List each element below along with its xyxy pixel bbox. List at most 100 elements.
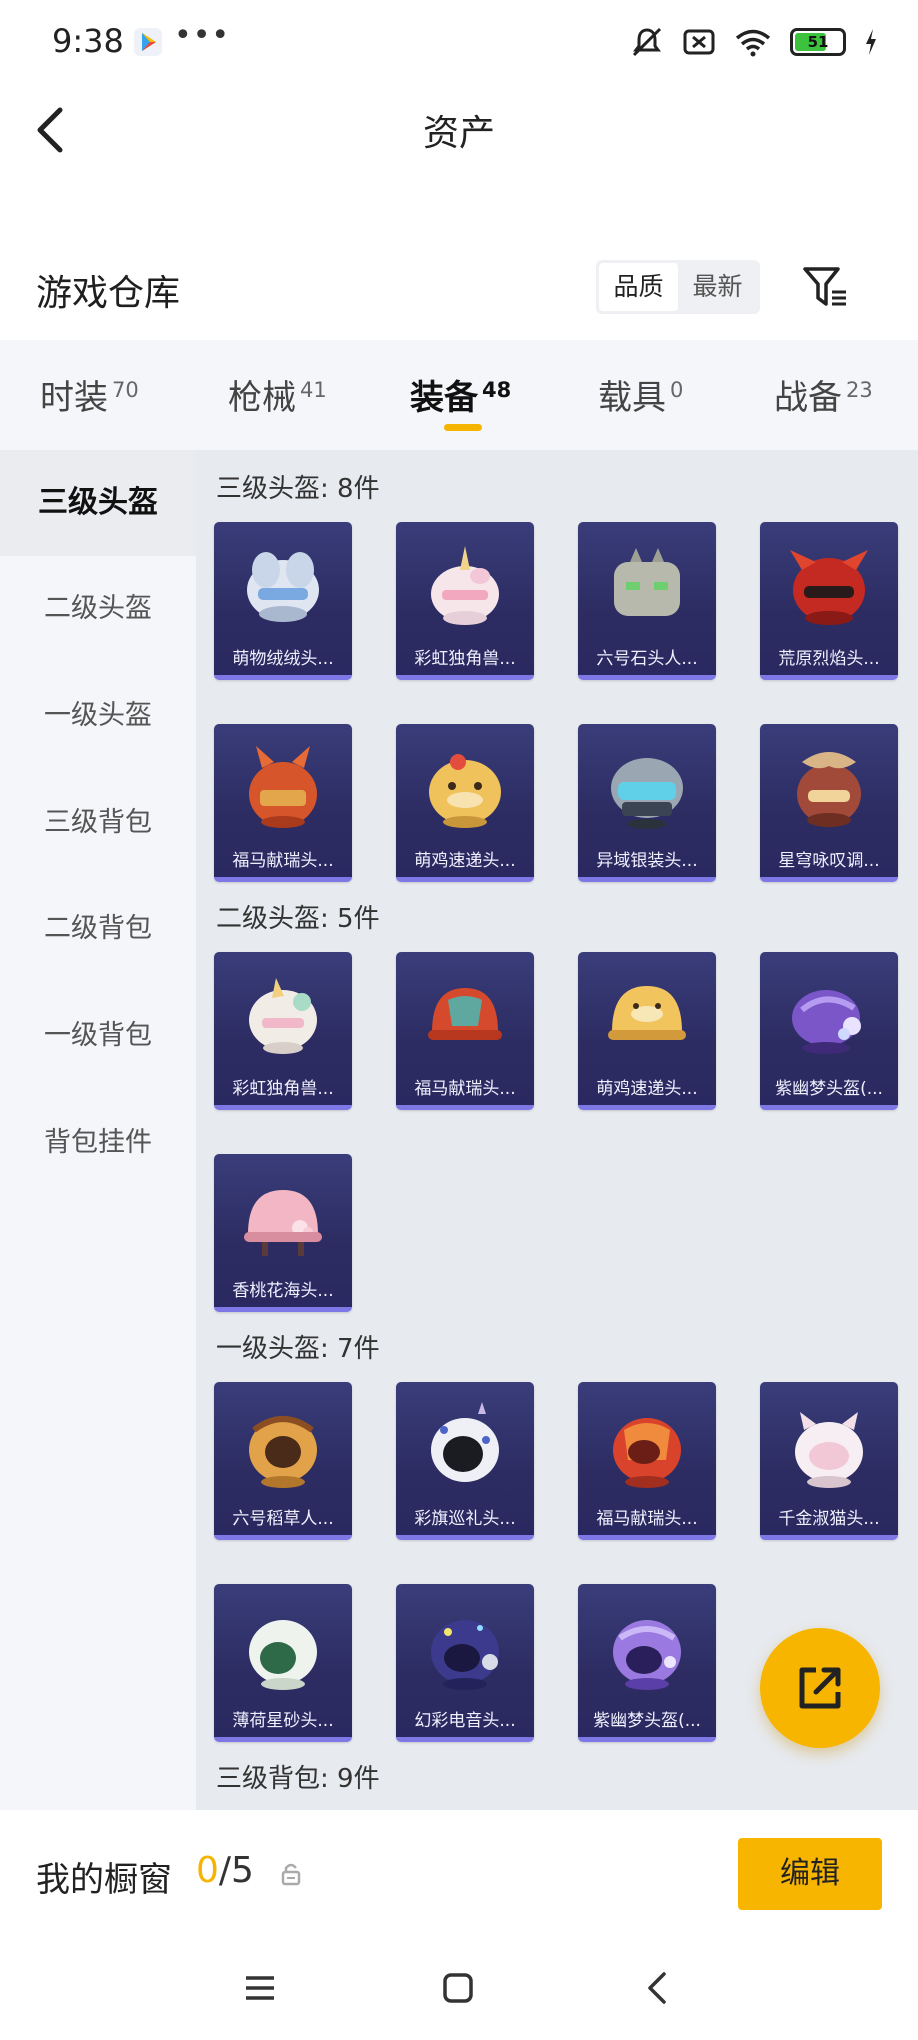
helmet-icon: [249, 1416, 317, 1488]
battery-level: 51: [807, 33, 829, 51]
item-name: 千金淑猫头...: [778, 1509, 880, 1529]
item-card[interactable]: 紫幽梦头盔(...: [760, 952, 898, 1110]
sidebar-item-lv3-helmet[interactable]: 三级头盔: [0, 450, 196, 556]
item-name: 异域银装头...: [596, 851, 698, 871]
section-title: 三级头盔: 8件: [216, 474, 380, 504]
item-card[interactable]: 彩虹独角兽...: [396, 522, 534, 680]
helmet-icon: [614, 548, 680, 616]
sidebar-item-lv1-backpack[interactable]: 一级背包: [0, 983, 196, 1089]
battery-icon: 51: [790, 28, 846, 56]
item-card[interactable]: 彩虹独角兽...: [214, 952, 352, 1110]
tab-vehicles[interactable]: 载具 0: [598, 370, 683, 419]
tab-fashion[interactable]: 时装 70: [40, 370, 139, 419]
no-sim-icon: [683, 29, 715, 55]
item-name: 六号稻草人...: [232, 1509, 334, 1529]
helmet-icon: [613, 1620, 681, 1690]
sort-quality-button[interactable]: 品质: [599, 263, 678, 311]
helmet-icon: [790, 550, 868, 625]
active-tab-indicator: [444, 424, 482, 431]
charging-icon: [866, 29, 876, 55]
helmet-icon: [249, 1620, 317, 1690]
subcategory-sidebar: 三级头盔 二级头盔 一级头盔 三级背包 二级背包 一级背包 背包挂件: [0, 450, 196, 1810]
play-store-icon: [134, 28, 162, 56]
item-card[interactable]: 薄荷星砂头...: [214, 1584, 352, 1742]
system-nav-bar: [0, 1940, 918, 2040]
showcase-count: 0/5: [196, 1850, 254, 1891]
item-name: 紫幽梦头盔(...: [593, 1711, 701, 1731]
item-name: 彩旗巡礼头...: [414, 1509, 516, 1529]
item-card[interactable]: 星穹咏叹调...: [760, 724, 898, 882]
sidebar-item-lv2-backpack[interactable]: 二级背包: [0, 876, 196, 982]
status-bar: 9:38 ••• 51: [0, 0, 918, 84]
tab-guns[interactable]: 枪械 41: [228, 370, 327, 419]
item-card[interactable]: 香桃花海头...: [214, 1154, 352, 1312]
item-card[interactable]: 荒原烈焰头...: [760, 522, 898, 680]
menu-icon[interactable]: [242, 1970, 278, 2006]
sort-latest-button[interactable]: 最新: [678, 263, 757, 311]
helmet-icon: [428, 988, 502, 1040]
item-card[interactable]: 幻彩电音头...: [396, 1584, 534, 1742]
item-card[interactable]: 彩旗巡礼头...: [396, 1382, 534, 1540]
status-time: 9:38: [52, 22, 124, 60]
share-button[interactable]: [760, 1628, 880, 1748]
item-name: 幻彩电音头...: [414, 1711, 516, 1731]
page-title: 资产: [422, 113, 495, 154]
category-tabs: 时装 70 枪械 41 装备 48 载具 0 战备 23: [0, 340, 918, 450]
more-notifications-icon: •••: [174, 18, 231, 53]
section-title: 三级背包: 9件: [216, 1764, 380, 1794]
tab-supplies[interactable]: 战备 23: [774, 370, 873, 419]
showcase-bar: 我的橱窗 0/5 编辑: [0, 1810, 918, 1940]
item-card[interactable]: 六号石头人...: [578, 522, 716, 680]
item-name: 福马献瑞头...: [596, 1509, 698, 1529]
item-card[interactable]: 六号稻草人...: [214, 1382, 352, 1540]
item-card[interactable]: 福马献瑞头...: [396, 952, 534, 1110]
helmet-icon: [608, 986, 686, 1040]
edit-button[interactable]: 编辑: [738, 1838, 882, 1910]
helmet-icon: [613, 1418, 681, 1488]
sidebar-item-lv3-backpack[interactable]: 三级背包: [0, 770, 196, 876]
mute-icon: [632, 27, 662, 57]
item-name: 星穹咏叹调...: [778, 851, 880, 871]
wifi-icon: [735, 29, 771, 57]
item-name: 紫幽梦头盔(...: [775, 1079, 883, 1099]
item-name: 薄荷星砂头...: [232, 1711, 334, 1731]
lock-icon: [281, 1863, 301, 1886]
showcase-label: 我的橱窗: [36, 1860, 172, 1900]
back-nav-icon[interactable]: [640, 1968, 676, 2008]
section-title: 一级头盔: 7件: [216, 1334, 380, 1364]
item-card[interactable]: 萌鸡速递头...: [578, 952, 716, 1110]
helmet-icon: [792, 990, 861, 1054]
helmet-icon: [244, 1190, 322, 1256]
helmet-icon: [431, 546, 499, 625]
item-card[interactable]: 福马献瑞头...: [214, 724, 352, 882]
item-card[interactable]: 异域银装头...: [578, 724, 716, 882]
helmet-icon: [249, 978, 317, 1054]
item-card[interactable]: 紫幽梦头盔(...: [578, 1584, 716, 1742]
share-icon: [799, 1667, 841, 1709]
helmet-icon: [431, 1402, 499, 1482]
item-card[interactable]: 福马献瑞头...: [578, 1382, 716, 1540]
sort-toggle: 品质 最新: [596, 260, 760, 314]
item-name: 荒原烈焰头...: [778, 649, 880, 669]
warehouse-header: 游戏仓库 品质 最新: [0, 240, 918, 336]
app-header: 资产: [0, 84, 918, 174]
helmet-icon: [797, 752, 861, 827]
tab-equipment[interactable]: 装备 48: [410, 370, 511, 419]
helmet-icon: [611, 758, 683, 829]
section-title: 二级头盔: 5件: [216, 904, 380, 934]
item-card[interactable]: 萌鸡速递头...: [396, 724, 534, 882]
item-card[interactable]: 千金淑猫头...: [760, 1382, 898, 1540]
item-name: 福马献瑞头...: [232, 851, 334, 871]
helmet-icon: [431, 1620, 499, 1690]
sidebar-item-lv2-helmet[interactable]: 二级头盔: [0, 556, 196, 662]
warehouse-title: 游戏仓库: [36, 273, 181, 314]
sidebar-item-backpack-charm[interactable]: 背包挂件: [0, 1090, 196, 1196]
sidebar-item-lv1-helmet[interactable]: 一级头盔: [0, 663, 196, 769]
item-card[interactable]: 萌物绒绒头...: [214, 522, 352, 680]
filter-button[interactable]: [800, 262, 850, 312]
home-icon[interactable]: [440, 1970, 476, 2006]
item-name: 萌鸡速递头...: [414, 851, 516, 871]
item-name: 萌鸡速递头...: [596, 1079, 698, 1099]
helmet-icon: [249, 746, 317, 828]
item-name: 福马献瑞头...: [414, 1079, 516, 1099]
